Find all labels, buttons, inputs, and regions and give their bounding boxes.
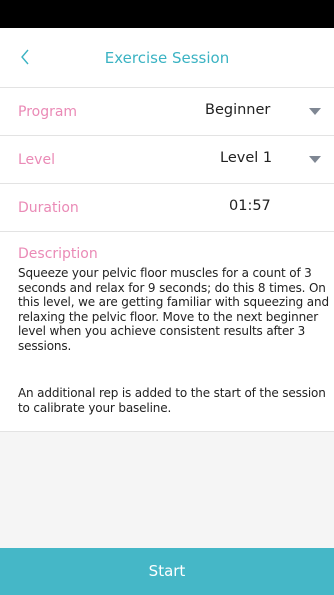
page-title: Exercise Session: [104, 49, 230, 67]
start-button[interactable]: Start: [0, 548, 334, 595]
description-note: An additional rep is added to the start …: [18, 386, 326, 415]
empty-area: [0, 432, 334, 548]
caret-down-icon: [309, 108, 321, 115]
program-value: Beginner: [205, 102, 271, 118]
level-value: Level 1: [220, 150, 273, 166]
status-bar: [0, 0, 334, 28]
level-select[interactable]: Level 1: [150, 136, 334, 183]
program-label: Program: [18, 104, 78, 120]
description-text: Squeeze your pelvic floor muscles for a …: [18, 266, 329, 353]
program-select[interactable]: Beginner: [150, 88, 334, 135]
level-label: Level: [18, 152, 55, 168]
description-label: Description: [18, 246, 98, 262]
duration-label: Duration: [18, 200, 79, 216]
caret-down-icon: [309, 156, 321, 163]
nav-header: Exercise Session: [0, 28, 334, 88]
description-section: Description Squeeze your pelvic floor mu…: [0, 233, 334, 432]
program-row: Program Beginner: [0, 88, 334, 136]
duration-row: Duration 01:57: [0, 184, 334, 232]
duration-value: 01:57: [229, 198, 271, 214]
level-row: Level Level 1: [0, 136, 334, 184]
